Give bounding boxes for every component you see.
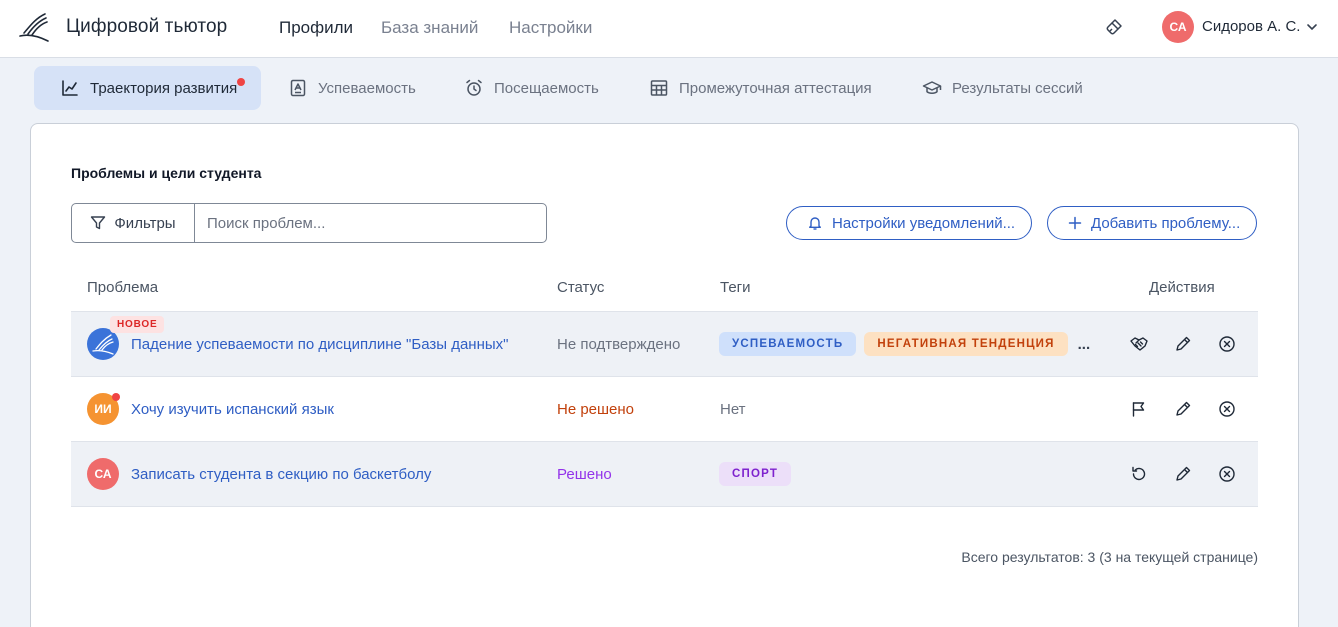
tag-badge: Спорт [719, 462, 792, 486]
filter-search-group: Фильтры [71, 203, 547, 243]
theme-brush-icon[interactable] [1104, 17, 1124, 37]
tab-label: Результаты сессий [952, 79, 1083, 97]
student-avatar-initials: ИИ [94, 402, 112, 416]
user-name[interactable]: Сидоров А. С. [1202, 18, 1300, 35]
total-results-text: Всего результатов: 3 (3 на текущей стран… [961, 549, 1258, 565]
tab-label: Промежуточная аттестация [679, 79, 872, 97]
column-header-problem: Проблема [87, 279, 159, 296]
tab-label: Успеваемость [318, 79, 416, 97]
pencil-icon[interactable] [1173, 464, 1193, 484]
problem-title-link[interactable]: Записать студента в секцию по баскетболу [131, 466, 431, 483]
column-header-tags: Теги [720, 279, 751, 296]
tab-label: Траектория развития [90, 79, 238, 97]
close-circle-icon[interactable] [1217, 399, 1237, 419]
undo-icon[interactable] [1129, 464, 1149, 484]
tab-label: Посещаемость [494, 79, 599, 97]
tab-attendance[interactable]: Посещаемость [438, 66, 611, 110]
filters-button-label: Фильтры [114, 214, 176, 232]
handshake-icon[interactable] [1129, 334, 1149, 354]
problem-title-link[interactable]: Падение успеваемости по дисциплине "Базы… [131, 336, 508, 353]
status-text: Решено [557, 466, 612, 483]
tab-intermediate-certification[interactable]: Промежуточная аттестация [623, 66, 884, 110]
notification-settings-button[interactable]: Настройки уведомлений... [786, 206, 1033, 240]
table-row[interactable]: СА Записать студента в секцию по баскетб… [71, 441, 1258, 506]
column-header-status: Статус [557, 279, 605, 296]
table-row[interactable]: ИИ Хочу изучить испанский язык Не решено… [71, 376, 1258, 441]
status-text: Не решено [557, 401, 635, 418]
student-avatar-initials: СА [94, 467, 112, 481]
alarm-clock-icon [466, 79, 482, 96]
tags-list: Спорт [719, 462, 792, 486]
tab-performance[interactable]: Успеваемость [262, 66, 428, 110]
unread-dot [112, 393, 120, 401]
filter-funnel-icon [91, 216, 106, 230]
chevron-down-icon[interactable] [1305, 20, 1319, 34]
nav-profiles[interactable]: Профили [279, 18, 353, 38]
flag-icon[interactable] [1129, 399, 1149, 419]
new-badge: НОВОЕ [110, 316, 165, 333]
top-bar: Цифровой тьютор Профили База знаний Наст… [0, 0, 1338, 58]
add-problem-label: Добавить проблему... [1091, 214, 1241, 232]
problem-search-input[interactable] [195, 204, 546, 242]
table-row[interactable]: НОВОЕ Падение успеваемости по дисциплине… [71, 311, 1258, 376]
tag-badge: Негативная тенденция [864, 332, 1068, 356]
app-title[interactable]: Цифровой тьютор [66, 16, 227, 38]
table-grid-icon [650, 80, 668, 96]
table-bottom-divider [71, 506, 1258, 507]
tag-badge: Успеваемость [719, 332, 857, 356]
nav-settings[interactable]: Настройки [509, 18, 592, 38]
problem-title-link[interactable]: Хочу изучить испанский язык [131, 401, 334, 418]
pencil-icon[interactable] [1173, 399, 1193, 419]
app-logo-icon[interactable] [18, 12, 50, 44]
tab-development-trajectory[interactable]: Траектория развития [34, 66, 261, 110]
bell-icon [809, 217, 821, 230]
tab-session-results[interactable]: Результаты сессий [896, 66, 1095, 110]
student-avatar: СА [87, 458, 119, 490]
status-text: Не подтверждено [557, 336, 681, 353]
tags-empty-text: Нет [720, 401, 746, 418]
close-circle-icon[interactable] [1217, 464, 1237, 484]
column-header-actions: Действия [1149, 279, 1215, 296]
user-avatar-initials: СА [1169, 20, 1187, 34]
graduation-cap-icon [922, 81, 942, 94]
more-tags-ellipsis[interactable]: ... [1078, 336, 1091, 353]
notification-settings-label: Настройки уведомлений... [832, 214, 1016, 232]
plus-icon [1068, 216, 1082, 230]
chart-line-icon [62, 80, 78, 96]
section-title: Проблемы и цели студента [71, 165, 262, 181]
tab-notification-dot [237, 78, 245, 86]
pencil-icon[interactable] [1173, 334, 1193, 354]
user-avatar[interactable]: СА [1162, 11, 1194, 43]
close-circle-icon[interactable] [1217, 334, 1237, 354]
add-problem-button[interactable]: Добавить проблему... [1047, 206, 1258, 240]
tags-list: Успеваемость Негативная тенденция ... [719, 332, 1090, 356]
nav-knowledge-base[interactable]: База знаний [381, 18, 478, 38]
filters-button[interactable]: Фильтры [72, 204, 195, 242]
grade-document-icon [290, 79, 306, 97]
